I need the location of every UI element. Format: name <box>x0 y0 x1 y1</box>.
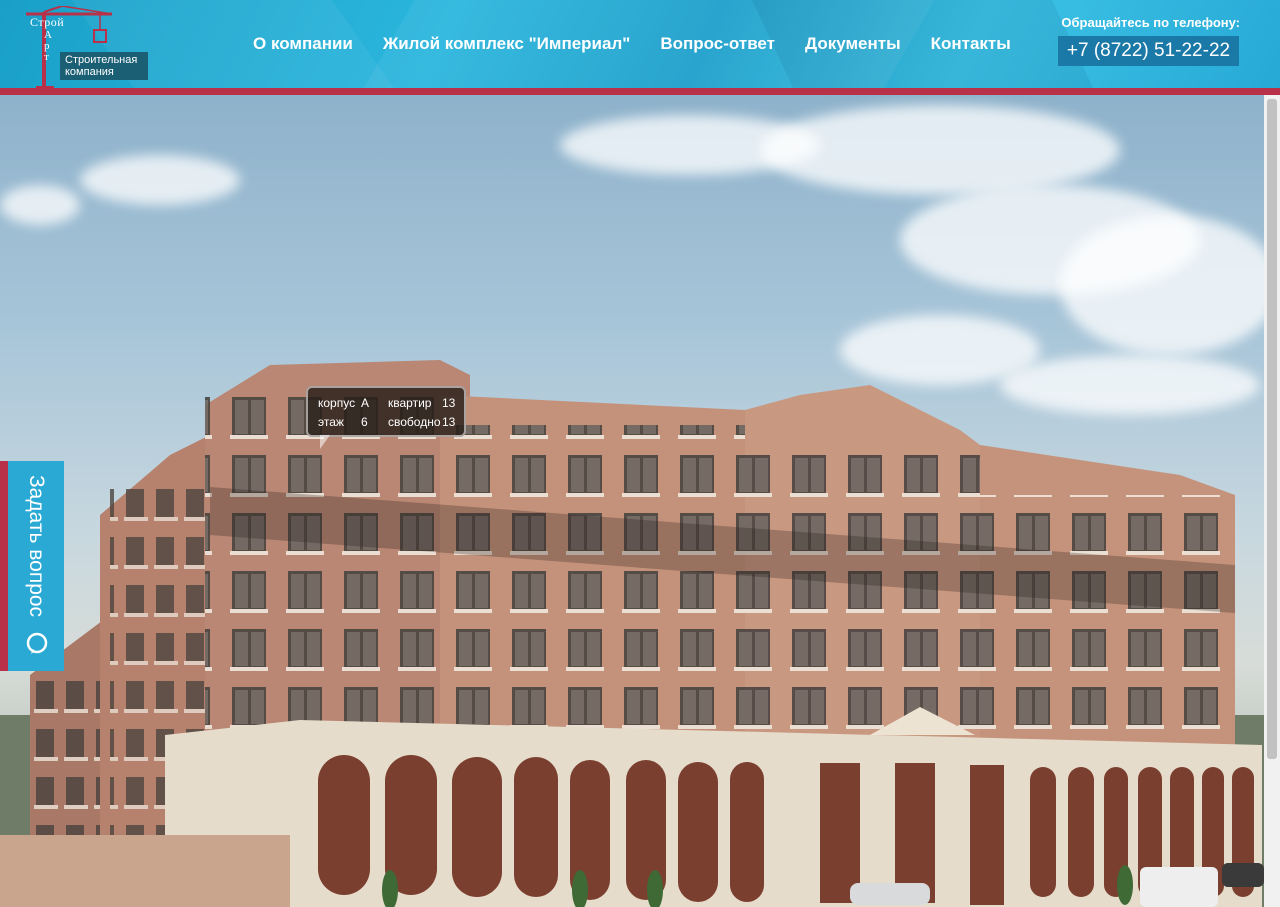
nav-item-contacts[interactable]: Контакты <box>931 34 1011 54</box>
ask-question-button[interactable]: Задать вопрос <box>0 461 64 671</box>
scrollbar-thumb[interactable] <box>1267 99 1277 759</box>
kvartir-value: 13 <box>442 396 456 410</box>
nav-item-documents[interactable]: Документы <box>805 34 901 54</box>
nav-item-faq[interactable]: Вопрос-ответ <box>660 34 775 54</box>
korpus-label: корпус <box>318 396 356 410</box>
logo-line1: Строй <box>30 15 65 29</box>
header-divider <box>0 88 1280 95</box>
phone-label: Обращайтесь по телефону: <box>1061 15 1240 30</box>
svobodno-label: свободно <box>388 415 441 429</box>
kvartir-label: квартир <box>388 396 432 410</box>
logo-line2: Арт <box>44 29 52 63</box>
page: { "logo": { "line1": "Строй", "line2": "… <box>0 0 1280 907</box>
page-scrollbar[interactable] <box>1264 95 1280 907</box>
etazh-value: 6 <box>361 415 368 429</box>
building-illustration <box>0 360 1264 907</box>
logo[interactable]: Строй Арт Строительная компания <box>22 6 152 90</box>
etazh-label: этаж <box>318 415 344 429</box>
logo-tagline: Строительная компания <box>60 52 148 80</box>
phone-number[interactable]: +7 (8722) 51-22-22 <box>1058 36 1239 66</box>
floor-info-tooltip: корпус А квартир 13 этаж 6 свободно 13 <box>306 386 466 449</box>
hero-building-image <box>0 95 1264 907</box>
nav-item-about[interactable]: О компании <box>253 34 353 54</box>
svobodno-value: 13 <box>442 415 456 429</box>
korpus-value: А <box>361 396 370 410</box>
question-chat-icon <box>25 631 49 655</box>
ask-question-label: Задать вопрос <box>25 475 48 618</box>
main-nav: О компании Жилой комплекс "Империал" Воп… <box>253 34 1041 54</box>
nav-item-imperial[interactable]: Жилой комплекс "Империал" <box>383 34 630 54</box>
